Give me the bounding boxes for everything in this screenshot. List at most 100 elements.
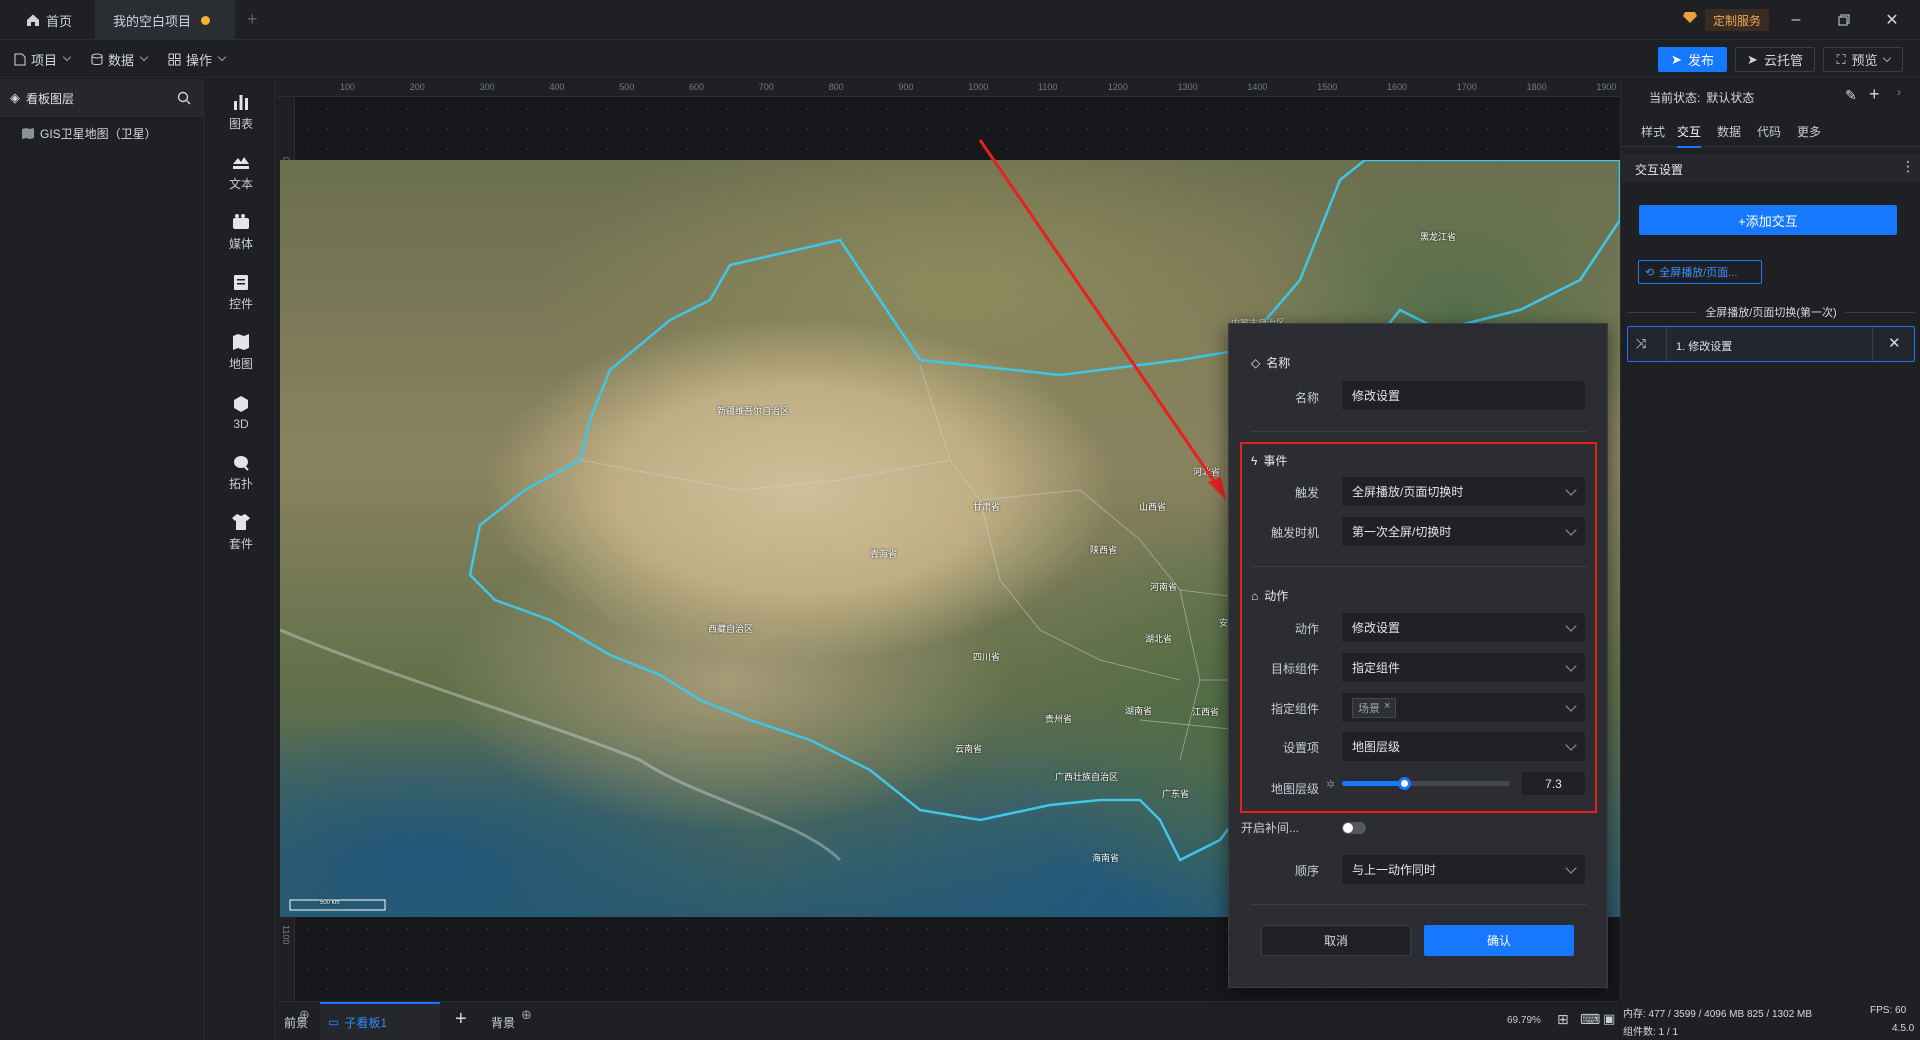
component-toolbar: 图表 文本 媒体 控件 地图 3D 拓扑 套件 (206, 79, 276, 1040)
menu-project[interactable]: 项目 (14, 40, 72, 78)
chevron-right-icon[interactable]: › (1897, 85, 1901, 99)
level-slider[interactable] (1342, 777, 1510, 790)
add-foreground-icon[interactable]: ⊕ (299, 1007, 310, 1023)
diamond-icon (1682, 9, 1698, 28)
horizontal-ruler[interactable]: 100 200 300 400 500 600 700 800 900 1000 1100 1200 1… (277, 79, 1619, 97)
name-input[interactable]: 修改设置 (1342, 381, 1585, 410)
toggle-knob (1343, 823, 1353, 833)
tool-topology[interactable]: 拓扑 (206, 443, 276, 501)
map-icon (233, 334, 249, 350)
fps-status: FPS: 60 (1870, 1005, 1907, 1016)
add-state-icon[interactable]: + (1869, 84, 1880, 105)
fit-screen-icon[interactable]: ⊞ (1557, 1011, 1569, 1028)
event-section: ϟ 事件 (1251, 452, 1287, 469)
layer-item[interactable]: GIS卫星地图（卫星） (22, 125, 157, 142)
remove-action-icon[interactable]: ✕ (1888, 334, 1901, 352)
layers-icon: ◈ (10, 90, 20, 105)
tool-3d-label: 3D (233, 416, 249, 431)
timing-select[interactable]: 第一次全屏/切换时 (1342, 517, 1585, 546)
terminal-icon[interactable]: ▣ (1603, 1011, 1615, 1027)
add-board-icon[interactable]: + (455, 1008, 467, 1031)
close-window-icon[interactable]: ✕ (1880, 8, 1904, 32)
menu-data[interactable]: 数据 (91, 40, 149, 78)
keyboard-icon[interactable]: ⌨ (1580, 1011, 1600, 1028)
trigger-chip[interactable]: ⟲ 全屏播放/页面... (1638, 260, 1762, 284)
group-title: 全屏播放/页面切换(第一次) (1705, 307, 1837, 319)
search-icon[interactable] (177, 91, 191, 105)
tool-media[interactable]: 媒体 (206, 203, 276, 261)
tab-interaction[interactable]: 交互 (1677, 123, 1702, 148)
more-vertical-icon[interactable]: ⋮ (1901, 158, 1915, 175)
shirt-icon (232, 514, 250, 530)
action-section-title: 动作 (1264, 589, 1289, 603)
name-section: ◇ 名称 (1251, 354, 1290, 371)
tab-project[interactable]: 我的空白项目 (95, 0, 235, 40)
tool-control[interactable]: 控件 (206, 263, 276, 321)
map-label: 湖北省 (1145, 634, 1173, 644)
publish-button[interactable]: ➤ 发布 (1658, 47, 1727, 72)
ruler-tick-label: 1800 (1526, 82, 1547, 92)
divider (1251, 431, 1587, 432)
action-select[interactable]: 修改设置 (1342, 613, 1585, 642)
ruler-tick-label: 600 (689, 82, 705, 92)
preview-button[interactable]: ⛶ 预览 (1823, 47, 1903, 72)
home-icon (27, 14, 39, 26)
tab-code[interactable]: 代码 (1757, 123, 1781, 140)
map-label: 四川省 (973, 652, 1001, 662)
tag-close-icon[interactable]: × (1384, 700, 1390, 716)
new-tab-icon[interactable]: + (247, 9, 258, 30)
action-item[interactable]: ⤨ 1. 修改设置 ✕ (1627, 326, 1915, 362)
order-select[interactable]: 与上一动作同时 (1342, 855, 1585, 884)
setting-select[interactable]: 地图层级 (1342, 732, 1585, 761)
subboard-tab[interactable]: ▭ 子看板1 (320, 1002, 440, 1040)
custom-service-button[interactable]: 定制服务 (1705, 9, 1770, 31)
ruler-tick-label: 1100 (1038, 82, 1058, 92)
tool-chart[interactable]: 图表 (206, 83, 276, 141)
unsaved-dot-icon (201, 15, 211, 25)
ruler-tick-label: 100 (340, 82, 356, 92)
tab-home[interactable]: 首页 (8, 0, 90, 40)
background-tab[interactable]: 背景 (491, 1014, 515, 1031)
trigger-select[interactable]: 全屏播放/页面切换时 (1342, 477, 1585, 506)
map-label: 海南省 (1092, 853, 1120, 863)
confirm-button[interactable]: 确认 (1424, 925, 1574, 956)
map-label: 安 (1219, 618, 1229, 628)
map-label: 云南省 (955, 744, 983, 754)
tool-map[interactable]: 地图 (206, 323, 276, 381)
memory-status: 内存: 477 / 3599 / 4096 MB 825 / 1302 MB (1623, 1009, 1813, 1020)
scene-tag-label: 场景 (1358, 702, 1380, 715)
restore-icon[interactable] (1832, 8, 1856, 32)
setting-label: 设置项 (1282, 741, 1319, 755)
level-input[interactable]: 7.3 (1522, 772, 1585, 795)
interaction-settings-header: 交互设置 ⋮ (1621, 153, 1920, 183)
tab-more[interactable]: 更多 (1797, 123, 1821, 140)
map-scale-label: 500 km (320, 900, 340, 906)
tab-style[interactable]: 样式 (1641, 123, 1665, 140)
edit-state-icon[interactable]: ✎ (1845, 87, 1857, 104)
map-label: 河南省 (1150, 582, 1178, 592)
cloud-hosting-button[interactable]: ➤ 云托管 (1735, 47, 1815, 72)
map-label: 新疆维吾尔自治区 (717, 406, 790, 416)
action-value: 修改设置 (1352, 621, 1401, 635)
zoom-level[interactable]: 69.79% (1507, 1015, 1541, 1026)
specified-select[interactable]: 场景 × (1342, 693, 1585, 722)
scene-tag[interactable]: 场景 × (1352, 697, 1397, 718)
order-label: 顺序 (1294, 864, 1319, 878)
minimize-icon[interactable]: – (1784, 8, 1808, 32)
tool-suite[interactable]: 套件 (206, 503, 276, 561)
menu-operation[interactable]: 操作 (168, 40, 227, 78)
tool-3d[interactable]: 3D (206, 383, 276, 441)
file-icon (14, 53, 26, 65)
tab-data[interactable]: 数据 (1717, 123, 1741, 140)
timing-value: 第一次全屏/切换时 (1352, 525, 1452, 539)
divider (1251, 904, 1587, 905)
add-background-icon[interactable]: ⊕ (521, 1007, 532, 1023)
cancel-button[interactable]: 取消 (1261, 925, 1411, 956)
media-icon (233, 214, 249, 229)
tool-suite-label: 套件 (228, 537, 253, 551)
tool-text[interactable]: 文本 (206, 143, 276, 201)
chevron-down-icon (1565, 699, 1577, 712)
target-select[interactable]: 指定组件 (1342, 653, 1585, 682)
tween-toggle[interactable] (1342, 822, 1366, 834)
add-interaction-button[interactable]: +添加交互 (1639, 205, 1897, 235)
